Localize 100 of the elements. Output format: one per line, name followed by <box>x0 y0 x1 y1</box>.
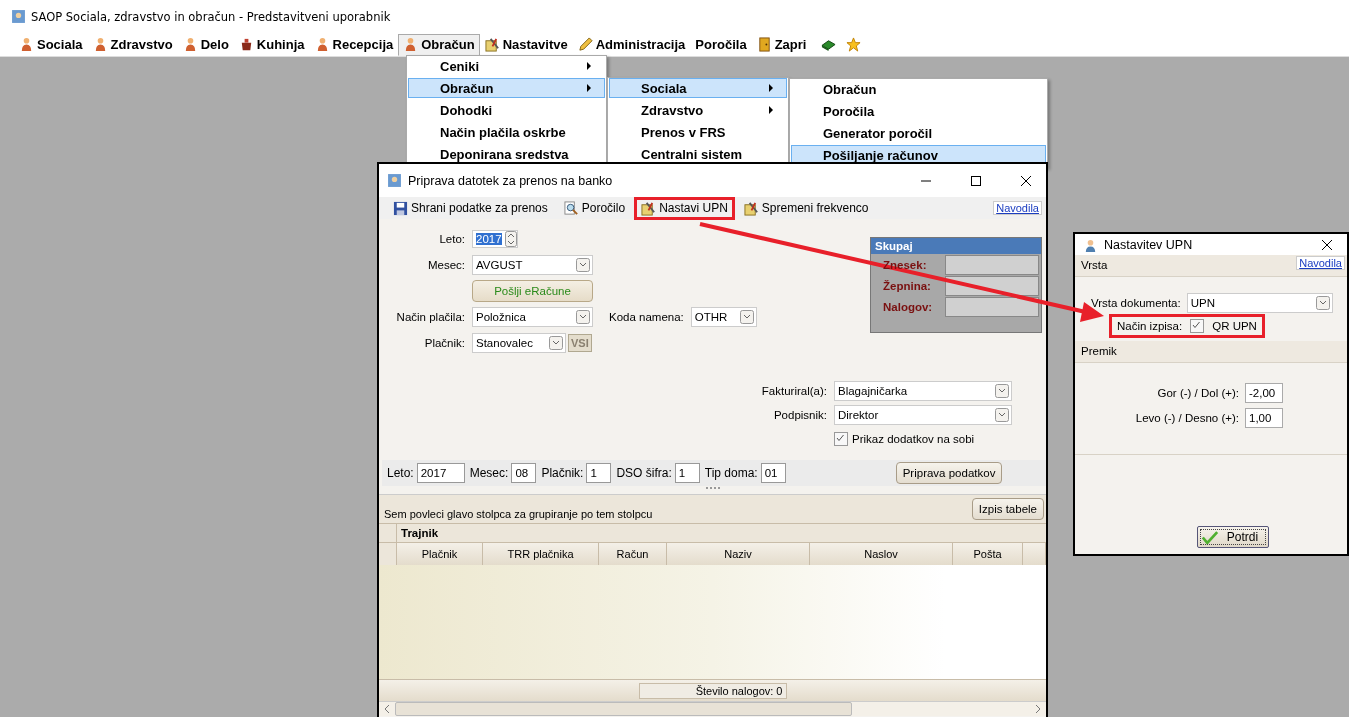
menu-item[interactable]: Generator poročil <box>791 123 1046 143</box>
menu-item[interactable]: Poročila <box>791 101 1046 121</box>
dialog-title: Nastavitev UPN <box>1104 238 1194 252</box>
input-field[interactable]: 08 <box>511 463 537 483</box>
checkbox[interactable] <box>834 432 848 446</box>
confirm-button[interactable]: Potrdi <box>1196 526 1270 548</box>
field-label: Levo (-) / Desno (+): <box>1135 412 1239 424</box>
field-label: Vrsta dokumenta: <box>1091 297 1181 309</box>
close-icon[interactable] <box>1020 174 1032 187</box>
menu-item[interactable]: Obračun <box>791 79 1046 99</box>
field-label: Način izpisa: <box>1117 320 1183 332</box>
menu-item[interactable]: Zapri <box>751 33 812 56</box>
tools-icon <box>743 200 759 216</box>
signatory-dropdown[interactable]: Direktor <box>834 405 1012 425</box>
magnifier-icon <box>563 200 579 216</box>
submenu-arrow-icon <box>768 84 774 92</box>
payer-dropdown[interactable]: Stanovalec <box>472 333 566 353</box>
payment-method-dropdown[interactable]: Položnica <box>472 307 593 327</box>
group-hint: Sem povleci glavo stolpca za grupiranje po tem stolpcu <box>384 507 653 520</box>
checkmark-icon <box>1191 320 1202 330</box>
menu-item[interactable]: Poročila <box>690 33 752 56</box>
input-field[interactable]: 1 <box>586 463 612 483</box>
field-label: Podpisnik: <box>773 409 827 421</box>
year-spinner[interactable]: 2017 <box>472 230 518 248</box>
menu-item[interactable]: Obračun <box>398 33 480 56</box>
column-header[interactable]: Naslov <box>810 543 953 565</box>
field-label: DSO šifra: <box>616 466 672 480</box>
menu-item[interactable]: Prenos v FRS <box>609 122 787 142</box>
field-label: Leto: <box>387 466 414 480</box>
menu-item[interactable]: Ceniki <box>408 56 605 76</box>
field-label: Plačnik: <box>423 337 465 349</box>
field-label: Tip doma: <box>704 466 758 480</box>
star-icon[interactable] <box>846 37 862 52</box>
checkbox[interactable] <box>1190 319 1205 333</box>
column-header[interactable]: Pošta <box>953 543 1023 565</box>
prepare-button[interactable]: Priprava podatkov <box>895 462 1003 484</box>
menu-item[interactable]: Zdravstvo <box>609 100 787 120</box>
input-field[interactable]: -2,00 <box>1245 383 1283 403</box>
tools-icon <box>484 36 500 52</box>
app-icon <box>387 173 402 188</box>
close-icon[interactable] <box>1321 239 1333 251</box>
submenu-arrow-icon <box>586 62 592 70</box>
menu-item[interactable]: Sociala <box>609 78 787 98</box>
spinner-arrows-icon[interactable] <box>505 231 517 247</box>
document-type-dropdown[interactable]: UPN <box>1186 293 1333 313</box>
print-table-button[interactable]: Izpis tabele <box>971 498 1044 520</box>
floppy-icon <box>393 200 408 216</box>
invoiced-by-dropdown[interactable]: Blagajničarka <box>834 381 1012 401</box>
menu-item[interactable]: Dohodki <box>408 100 605 120</box>
help-link[interactable]: Navodila <box>993 201 1042 215</box>
checkmark-icon <box>835 433 845 443</box>
field-label: Mesec: <box>426 259 465 271</box>
menu-item[interactable]: Sociala <box>14 33 88 56</box>
panel-header: Skupaj <box>871 238 1041 254</box>
dialog-title: Priprava datotek za prenos na banko <box>408 173 614 188</box>
help-link[interactable]: Navodila <box>1296 256 1345 270</box>
window-title: SAOP Sociala, zdravstvo in obračun - Predstavitveni uporabnik <box>31 9 391 24</box>
field-label: Koda namena: <box>609 311 684 323</box>
menu-item[interactable]: Deponirana sredstva <box>408 144 605 164</box>
input-field[interactable]: 2017 <box>416 463 465 483</box>
column-header[interactable]: Račun <box>599 543 667 565</box>
menu-item[interactable]: Administracija <box>572 33 691 56</box>
door-icon <box>756 36 772 52</box>
field-label: Gor (-) / Dol (+): <box>1157 387 1239 399</box>
input-field[interactable]: 1 <box>674 463 700 483</box>
pencil-icon <box>577 36 593 52</box>
checkbox-label: Prikaz dodatkov na sobi <box>852 433 975 445</box>
menu-item[interactable]: Centralni sistem <box>609 144 787 164</box>
menu-item[interactable]: Pošiljanje računov <box>791 145 1046 165</box>
toolbar-button[interactable]: Poročilo <box>556 196 633 220</box>
book-icon[interactable] <box>821 37 837 52</box>
toolbar-button[interactable]: Nastavi UPN <box>634 196 735 220</box>
section-header: Premik <box>1081 344 1117 357</box>
send-button[interactable]: Pošlji eRačune <box>472 280 593 302</box>
menu-item[interactable]: Zdravstvo <box>87 33 178 56</box>
section-header: Vrsta <box>1081 258 1108 271</box>
maximize-icon[interactable] <box>970 174 982 187</box>
person-icon <box>1083 237 1098 253</box>
menu-item[interactable]: Obračun <box>408 78 605 98</box>
app-icon <box>11 9 26 24</box>
toolbar-button[interactable]: Spremeni frekvenco <box>736 196 876 220</box>
input-field[interactable]: 1,00 <box>1245 408 1283 428</box>
band-header: Trajnik <box>400 527 439 539</box>
menu-item[interactable]: Način plačila oskrbe <box>408 122 605 142</box>
input-field[interactable]: 01 <box>760 463 786 483</box>
menu-item[interactable]: Kuhinja <box>233 33 310 56</box>
submenu-arrow-icon <box>586 84 592 92</box>
column-header[interactable]: Naziv <box>667 543 810 565</box>
menu-item[interactable]: Delo <box>177 33 234 56</box>
toolbar-button[interactable]: Shrani podatke za prenos <box>386 196 555 220</box>
horizontal-scrollbar[interactable] <box>379 701 1046 716</box>
column-header[interactable]: Plačnik <box>397 543 483 565</box>
purpose-code-dropdown[interactable]: OTHR <box>690 307 757 327</box>
field-label: Leto: <box>438 233 465 245</box>
menu-item[interactable]: Recepcija <box>309 33 399 56</box>
field-label: Fakturiral(a): <box>761 385 827 397</box>
menu-item[interactable]: Nastavitve <box>479 33 573 56</box>
column-header[interactable]: TRR plačnika <box>483 543 599 565</box>
checkbox-label: QR UPN <box>1212 320 1257 332</box>
month-dropdown[interactable]: AVGUST <box>472 255 593 275</box>
